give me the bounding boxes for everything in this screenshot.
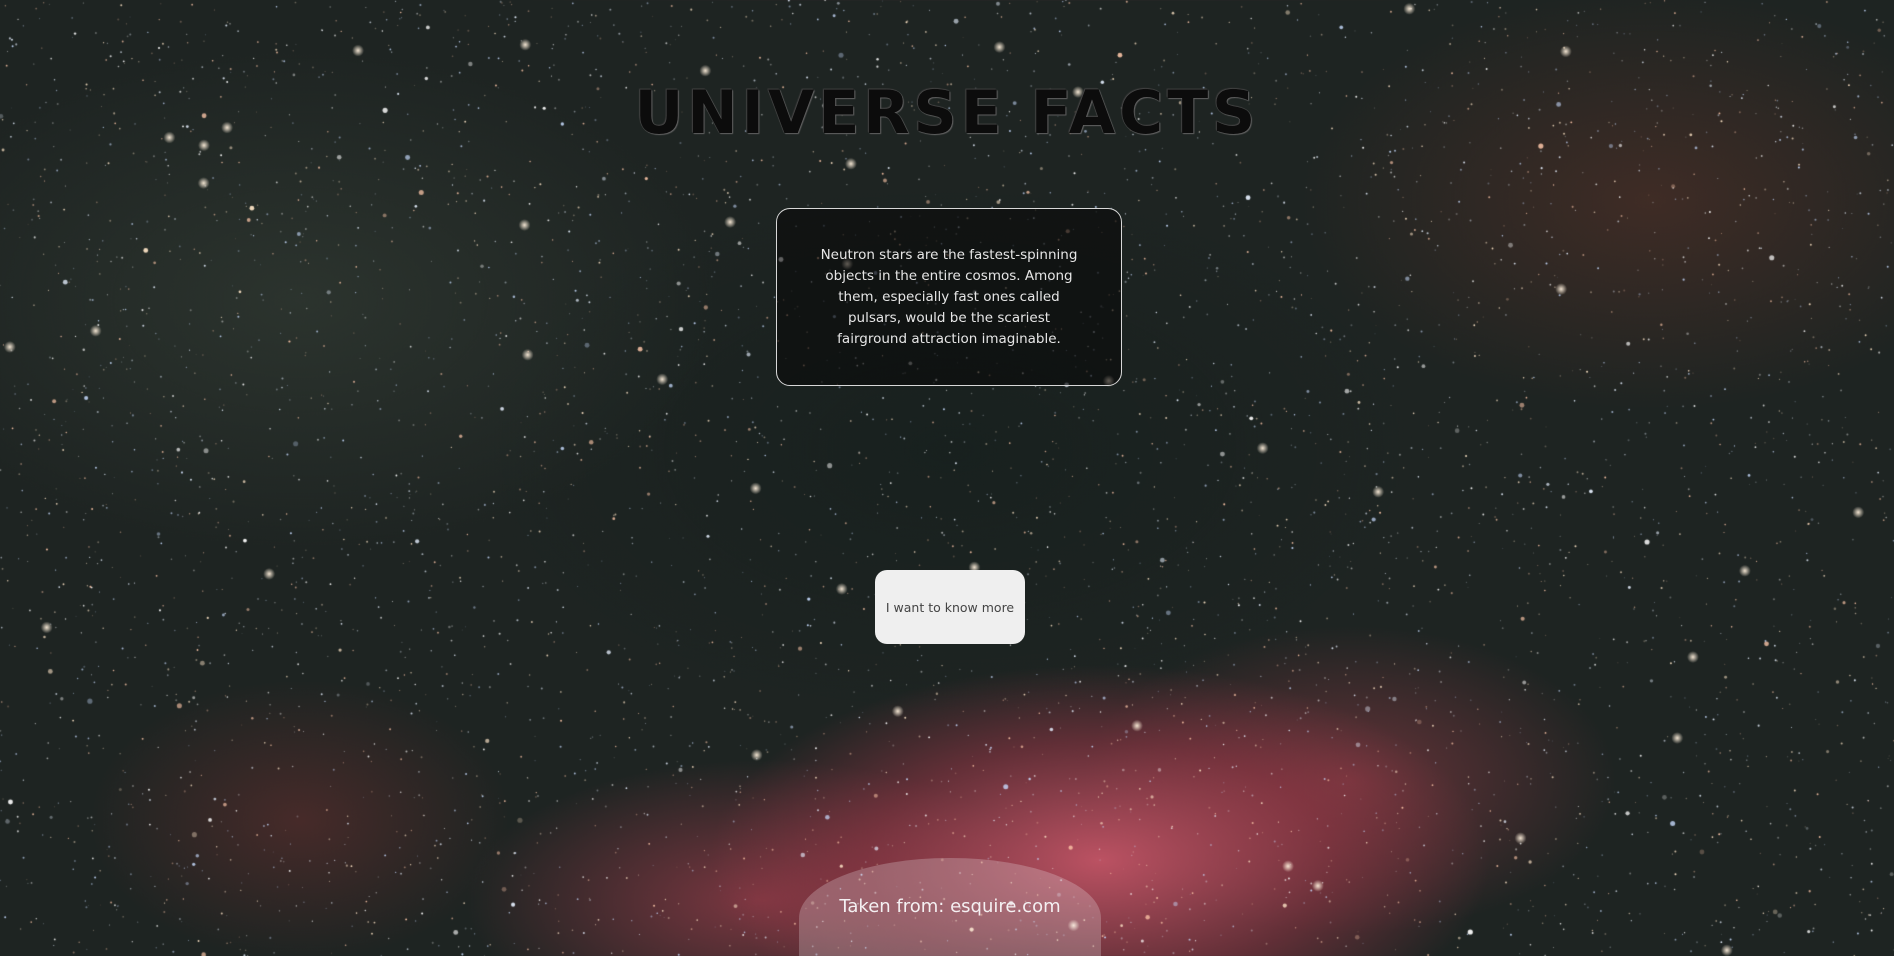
source-text: Taken from: esquire.com <box>839 896 1061 917</box>
fact-text: Neutron stars are the fastest-spinning o… <box>820 246 1078 347</box>
know-more-button[interactable]: I want to know more <box>875 570 1025 644</box>
fact-card: Neutron stars are the fastest-spinning o… <box>776 208 1122 386</box>
page-title: UNIVERSE FACTS <box>634 78 1260 148</box>
